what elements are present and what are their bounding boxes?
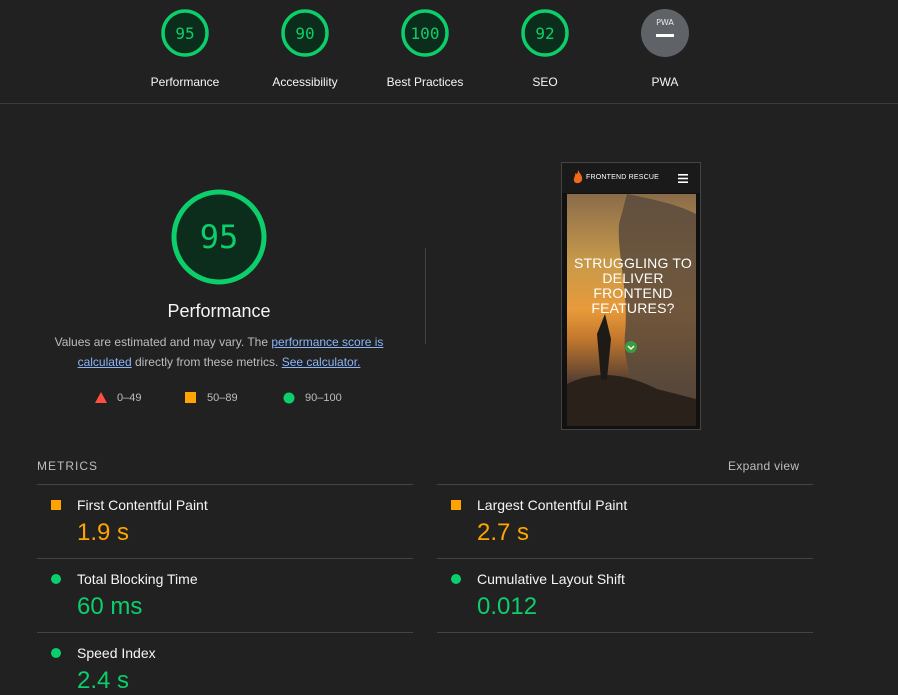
- metric-speed-index: Speed Index 2.4 s: [37, 632, 413, 695]
- desc-prefix: Values are estimated and may vary. The: [54, 335, 272, 349]
- metric-total-blocking-time: Total Blocking Time 60 ms: [37, 558, 413, 632]
- circle-icon: [51, 574, 61, 584]
- screenshot-hero: STRUGGLING TO DELIVER FRONTEND FEATURES?: [567, 194, 696, 426]
- metric-label: Total Blocking Time: [77, 571, 198, 587]
- metric-label: Largest Contentful Paint: [477, 497, 628, 513]
- gauge-accessibility-score: 90: [295, 24, 314, 43]
- performance-score: 95: [200, 218, 239, 256]
- metric-label: First Contentful Paint: [77, 497, 208, 513]
- gauge-accessibility-ring: 90: [281, 9, 329, 57]
- flame-logo-icon: [573, 170, 583, 184]
- metric-first-contentful-paint: First Contentful Paint 1.9 s: [37, 484, 413, 558]
- gauge-best-practices-label: Best Practices: [386, 75, 464, 89]
- gauge-seo-ring: 92: [521, 9, 569, 57]
- metric-label: Speed Index: [77, 645, 156, 661]
- metric-value: 1.9 s: [77, 519, 130, 546]
- gauge-performance-ring: 95: [161, 9, 209, 57]
- pwa-badge-text: PWA: [656, 18, 674, 27]
- screenshot-brand: FRONTEND RESCUE: [586, 174, 660, 181]
- square-icon: [51, 500, 61, 510]
- gauge-performance-label: Performance: [150, 75, 220, 89]
- down-arrow-icon: [625, 341, 637, 353]
- metric-label: Cumulative Layout Shift: [477, 571, 625, 587]
- gauge-seo-label: SEO: [532, 75, 558, 89]
- screenshot-header: FRONTEND RESCUE: [562, 163, 700, 193]
- metric-value: 60 ms: [77, 593, 143, 620]
- expand-view-toggle[interactable]: Expand view: [728, 459, 799, 473]
- legend-fail-range: 0–49: [117, 392, 142, 404]
- metrics-title: METRICS: [37, 459, 98, 473]
- metric-value: 0.012: [477, 593, 538, 620]
- metric-largest-contentful-paint: Largest Contentful Paint 2.7 s: [437, 484, 813, 558]
- metric-cumulative-layout-shift: Cumulative Layout Shift 0.012: [437, 558, 813, 633]
- performance-gauge: 95: [171, 189, 267, 285]
- square-icon: [451, 500, 461, 510]
- gauge-performance[interactable]: 95 Performance: [125, 8, 245, 89]
- circle-icon: [51, 648, 61, 658]
- gauge-performance-score: 95: [175, 24, 194, 43]
- desc-middle: directly from these metrics.: [131, 355, 282, 369]
- divider: [425, 248, 426, 344]
- legend-average: 50–89: [185, 392, 238, 404]
- circle-icon: [283, 392, 295, 404]
- legend-average-range: 50–89: [207, 392, 238, 404]
- triangle-icon: [95, 392, 107, 403]
- legend-fail: 0–49: [95, 392, 141, 404]
- category-gauges: 95 Performance 90 Accessibility 100 Best…: [0, 0, 898, 104]
- gauge-accessibility[interactable]: 90 Accessibility: [245, 8, 365, 89]
- gauge-pwa[interactable]: PWA PWA: [605, 8, 725, 89]
- gauge-seo-score: 92: [535, 24, 554, 43]
- performance-description: Values are estimated and may vary. The p…: [40, 332, 398, 372]
- gauge-best-practices-ring: 100: [401, 9, 449, 57]
- screenshot-hero-text: STRUGGLING TO DELIVER FRONTEND FEATURES?: [574, 255, 692, 316]
- gauge-pwa-label: PWA: [651, 75, 679, 89]
- circle-icon: [451, 574, 461, 584]
- legend-pass: 90–100: [283, 392, 342, 404]
- final-screenshot[interactable]: FRONTEND RESCUE STRUGGLING TO DELIVER FR…: [561, 162, 701, 430]
- metric-value: 2.4 s: [77, 667, 130, 694]
- gauge-accessibility-label: Accessibility: [272, 75, 338, 89]
- gauge-best-practices[interactable]: 100 Best Practices: [365, 8, 485, 89]
- performance-title: Performance: [167, 301, 271, 321]
- gauge-seo[interactable]: 92 SEO: [485, 8, 605, 89]
- see-calculator-link[interactable]: See calculator.: [282, 355, 361, 369]
- hamburger-menu-icon: [678, 174, 688, 183]
- square-icon: [185, 392, 196, 403]
- gauge-best-practices-score: 100: [411, 24, 440, 43]
- pwa-badge-icon: PWA: [641, 9, 689, 57]
- legend-pass-range: 90–100: [305, 392, 342, 404]
- metric-value: 2.7 s: [477, 519, 530, 546]
